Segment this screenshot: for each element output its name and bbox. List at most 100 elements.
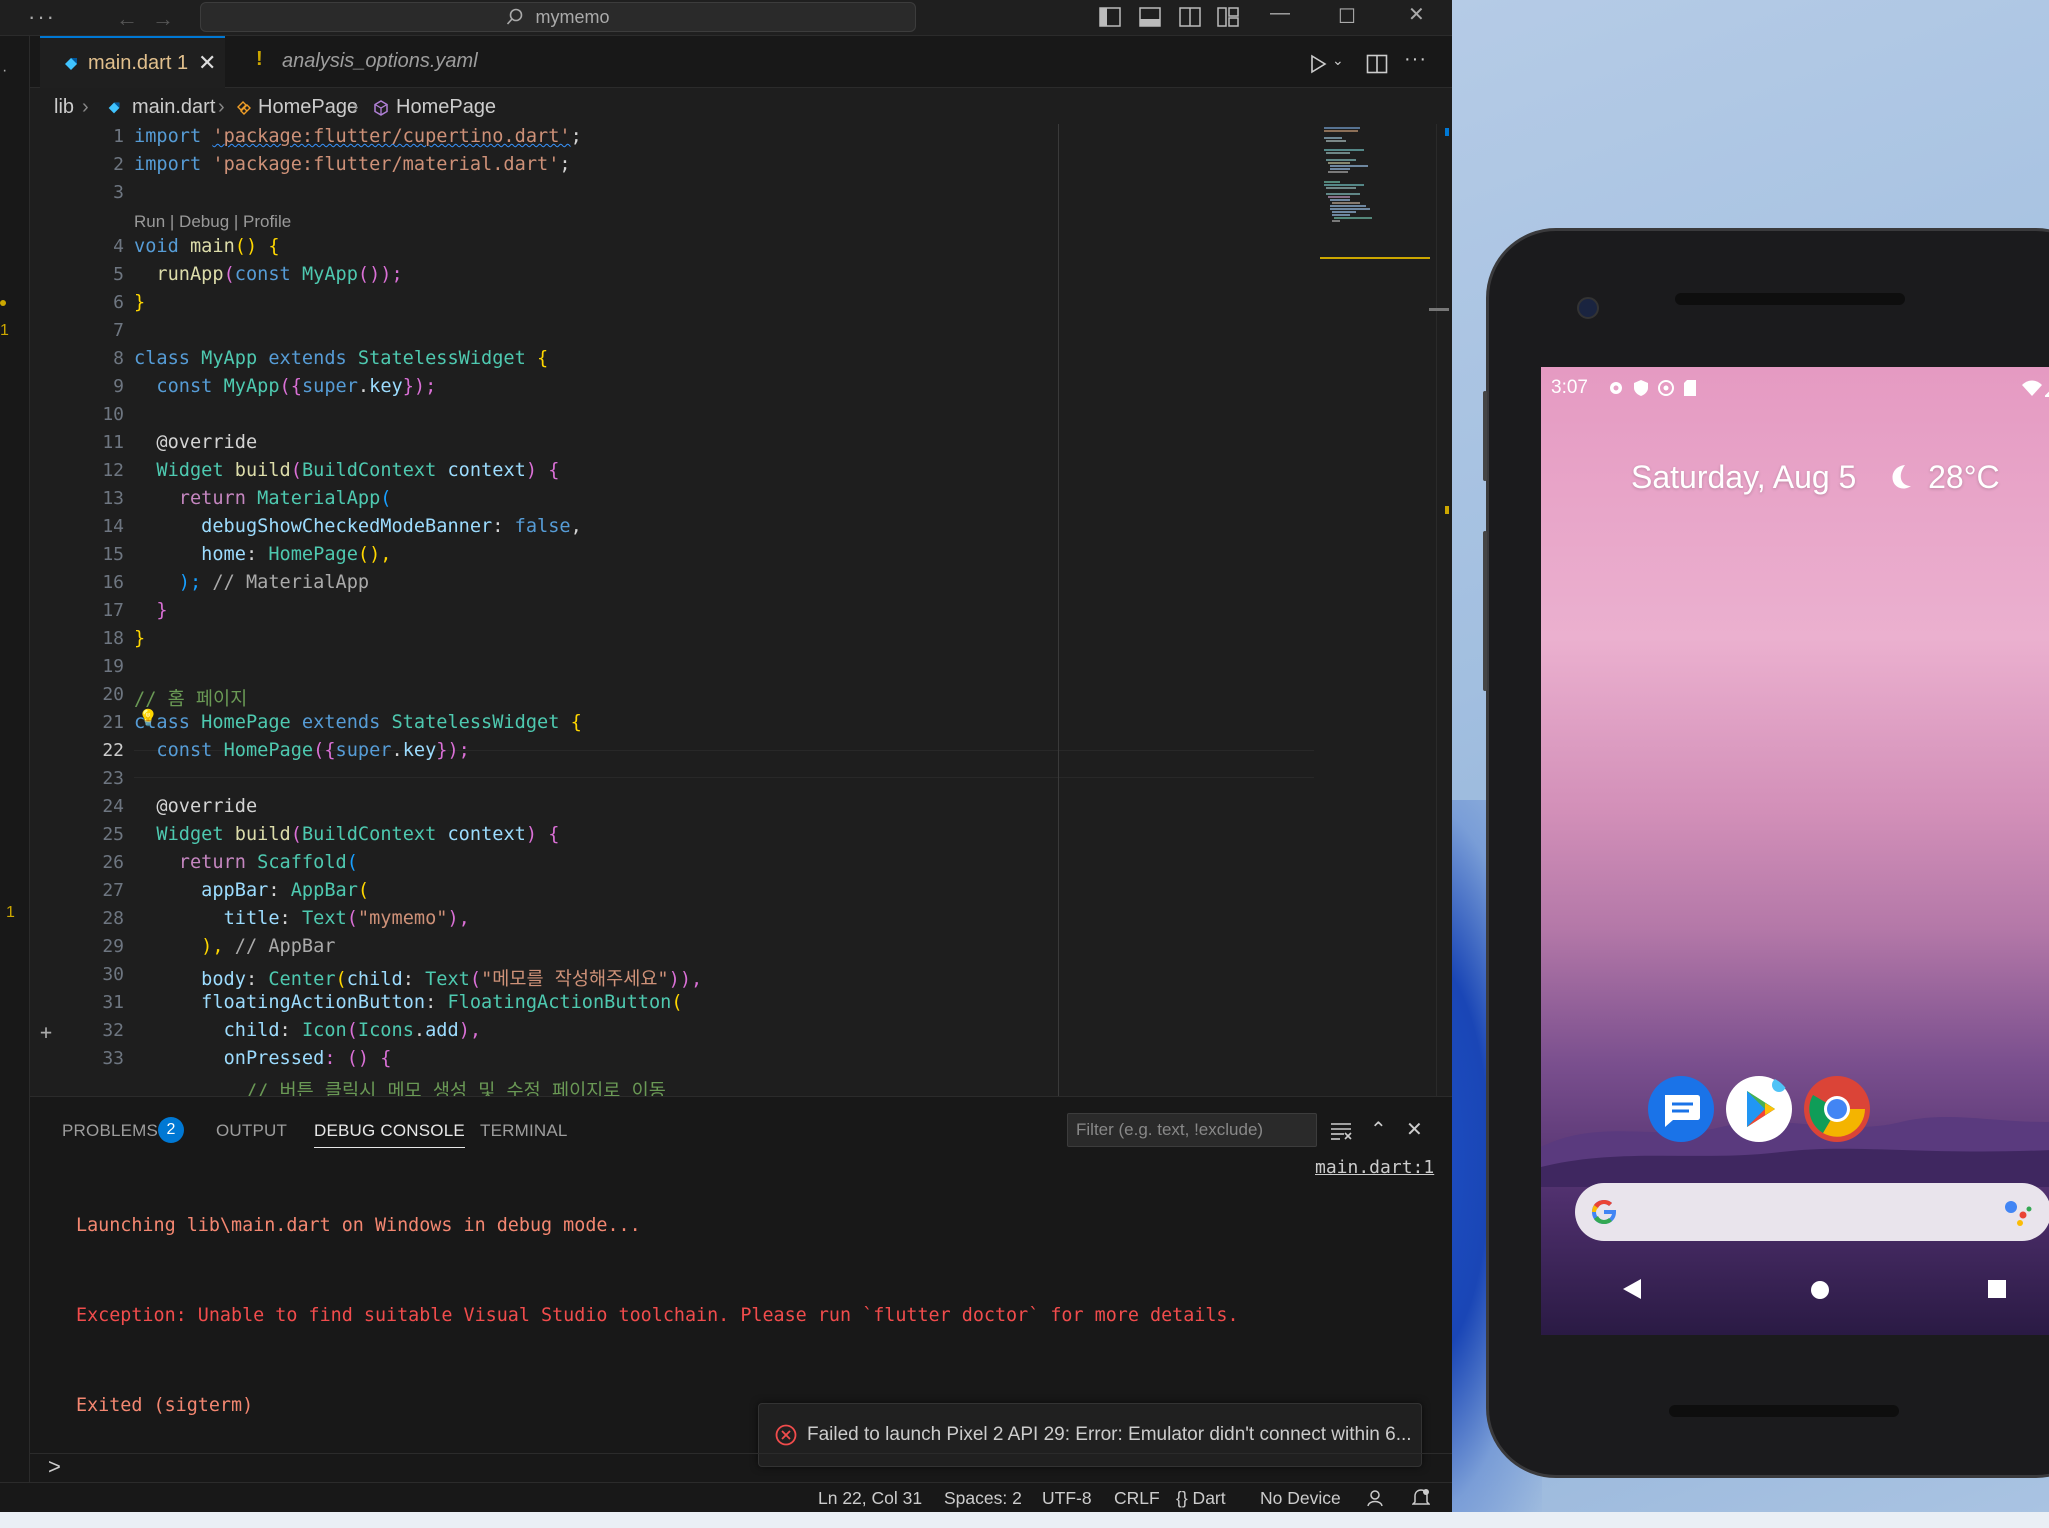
messages-app-icon[interactable] (1647, 1075, 1715, 1143)
emulator-screen[interactable]: 3:07 Saturday, Aug 5 28°C (1541, 367, 2049, 1335)
line-number-gutter: 1 2 3 4 5 6 7 8 9 10 11 12 13 14 15 16 1… (30, 124, 134, 1096)
activity-bar: · 1 1 (0, 36, 30, 1498)
taskbar-edge (0, 1512, 2049, 1528)
device-selector[interactable]: No Device (1260, 1488, 1341, 1509)
split-editor-icon[interactable] (1366, 54, 1388, 74)
android-status-bar: 3:07 (1541, 367, 2049, 407)
line-number: 16 (102, 572, 124, 593)
maximize-panel-icon[interactable]: ⌃ (1370, 1117, 1387, 1142)
line-number: 25 (102, 824, 124, 845)
line-number: 18 (102, 628, 124, 649)
code-lens-run-debug-profile[interactable]: Run | Debug | Profile (134, 212, 291, 232)
wallpaper-mountains (1541, 1117, 2049, 1187)
panel-tab-problems[interactable]: PROBLEMS (62, 1121, 158, 1141)
editor-scrollbar[interactable] (1429, 124, 1450, 1096)
back-triangle-icon[interactable] (1621, 1277, 1643, 1301)
toggle-panel-icon[interactable] (1138, 6, 1162, 28)
code-line: floatingActionButton: FloatingActionButt… (201, 992, 683, 1013)
customize-layout-icon[interactable] (1216, 6, 1240, 28)
minimize-icon[interactable]: — (1270, 2, 1290, 25)
accounts-icon[interactable] (1366, 1489, 1386, 1507)
code-line: return Scaffold( (178, 852, 358, 873)
encoding[interactable]: UTF-8 (1042, 1488, 1092, 1509)
cursor-position[interactable]: Ln 22, Col 31 (818, 1488, 922, 1509)
maximize-icon[interactable]: ☐ (1338, 4, 1356, 29)
breadcrumb-file[interactable]: main.dart (132, 96, 215, 119)
code-line: import 'package:flutter/cupertino.dart'; (134, 126, 582, 147)
chrome-icon[interactable] (1803, 1075, 1871, 1143)
tab-analysis-options[interactable]: ! analysis_options.yaml (230, 36, 480, 88)
wifi-icon (2022, 380, 2042, 396)
toggle-secondary-sidebar-icon[interactable] (1178, 6, 1202, 28)
code-line: Widget build(BuildContext context) { (156, 460, 560, 481)
method-icon (374, 100, 388, 116)
notifications-bell-icon[interactable] (1412, 1488, 1430, 1508)
recents-square-icon[interactable] (1987, 1279, 2007, 1299)
debug-repl-input[interactable]: > (30, 1453, 1452, 1483)
home-circle-icon[interactable] (1809, 1279, 1831, 1301)
more-actions-icon[interactable]: ··· (1404, 48, 1427, 71)
code-editor[interactable]: 1 2 3 4 5 6 7 8 9 10 11 12 13 14 15 16 1… (30, 124, 1452, 1096)
at-a-glance-widget[interactable]: Saturday, Aug 5 28°C (1631, 459, 2000, 496)
sync-icon (1658, 380, 1674, 396)
scroll-thumb[interactable] (1429, 308, 1449, 311)
code-line: Widget build(BuildContext context) { (156, 824, 560, 845)
back-arrow-icon[interactable]: ← (116, 6, 138, 32)
play-store-icon[interactable] (1725, 1075, 1793, 1143)
shield-icon (1634, 380, 1648, 396)
code-line: const MyApp({super.key}); (134, 376, 437, 397)
toggle-sidebar-icon[interactable] (1098, 6, 1122, 28)
code-area[interactable]: import 'package:flutter/cupertino.dart';… (134, 124, 1344, 1096)
notification-message: Failed to launch Pixel 2 API 29: Error: … (807, 1424, 1412, 1445)
close-panel-icon[interactable]: ✕ (1406, 1117, 1423, 1142)
indentation[interactable]: Spaces: 2 (944, 1488, 1022, 1509)
code-line: // 홈 페이지 (134, 689, 248, 710)
google-search-bar[interactable] (1575, 1183, 2049, 1241)
android-nav-bar (1541, 1247, 2049, 1335)
line-number: 5 (113, 264, 124, 285)
problems-count-badge: 2 (158, 1117, 184, 1143)
workspace-name: mymemo (535, 7, 610, 27)
breadcrumb-class[interactable]: HomePage (258, 96, 358, 119)
close-window-icon[interactable]: ✕ (1408, 2, 1425, 27)
power-button[interactable] (1483, 391, 1487, 481)
source-link[interactable]: main.dart:1 (1315, 1157, 1434, 1178)
earpiece-speaker (1675, 293, 1905, 305)
clear-console-icon[interactable] (1330, 1121, 1352, 1141)
breadcrumb-constructor[interactable]: HomePage (396, 96, 496, 119)
code-line: runApp(const MyApp()); (156, 264, 403, 285)
front-camera-icon (1577, 297, 1599, 319)
close-tab-icon[interactable]: ✕ (198, 50, 216, 76)
panel-tab-debug-console[interactable]: DEBUG CONSOLE (314, 1121, 465, 1148)
run-icon[interactable] (1308, 54, 1328, 74)
line-number: 1 (113, 126, 124, 147)
line-number: 24 (102, 796, 124, 817)
panel-tab-output[interactable]: OUTPUT (216, 1121, 287, 1141)
title-bar: ··· ← → mymemo — ☐ ✕ (0, 0, 1452, 36)
tab-main-dart[interactable]: main.dart 1 ✕ (40, 36, 225, 88)
forward-arrow-icon[interactable]: → (152, 6, 174, 32)
language-mode[interactable]: {} Dart (1176, 1488, 1226, 1509)
search-icon (507, 8, 523, 25)
chevron-right-icon: › (352, 96, 359, 118)
status-bar: Ln 22, Col 31 Spaces: 2 UTF-8 CRLF {} Da… (0, 1482, 1452, 1512)
google-assistant-icon[interactable] (2003, 1199, 2033, 1227)
lightbulb-icon[interactable]: 💡 (138, 708, 158, 727)
add-comment-icon[interactable]: + (40, 1020, 52, 1044)
chevron-down-icon[interactable]: ⌄ (1332, 52, 1344, 69)
line-number: 4 (113, 236, 124, 257)
volume-button[interactable] (1483, 531, 1487, 691)
line-number: 8 (113, 348, 124, 369)
filter-input[interactable]: Filter (e.g. text, !exclude) (1067, 1113, 1317, 1147)
panel-tab-terminal[interactable]: TERMINAL (480, 1121, 568, 1141)
line-ending[interactable]: CRLF (1114, 1488, 1160, 1509)
minimap[interactable] (1320, 124, 1430, 1096)
command-center-search[interactable]: mymemo (200, 2, 916, 32)
more-menu-icon[interactable]: ··· (28, 4, 56, 30)
line-number: 3 (113, 182, 124, 203)
line-number: 9 (113, 376, 124, 397)
code-line: debugShowCheckedModeBanner: false, (201, 516, 582, 537)
google-g-icon (1592, 1200, 1616, 1224)
breadcrumb-folder[interactable]: lib (54, 96, 74, 119)
tab-label: main.dart 1 (88, 52, 189, 74)
